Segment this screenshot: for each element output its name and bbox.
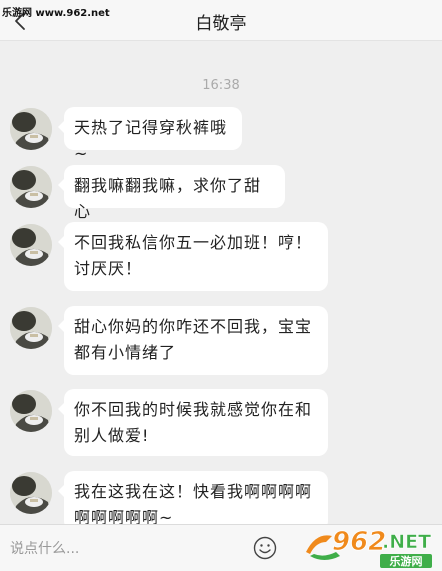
message-bubble[interactable]: 你不回我的时候我就感觉你在和别人做爱!: [58, 389, 328, 456]
message-text: 不回我私信你五一必加班！哼！讨厌厌！: [74, 233, 313, 278]
sender-avatar[interactable]: [10, 224, 52, 266]
message-input[interactable]: [8, 533, 238, 565]
message-bubble[interactable]: 我在这我在这！快看我啊啊啊啊啊啊啊啊啊~: [58, 471, 328, 531]
avatar-photo-icon: [10, 224, 52, 266]
message-text: 你不回我的时候我就感觉你在和别人做爱!: [74, 400, 313, 445]
sender-avatar[interactable]: [10, 472, 52, 514]
message-text: 我在这我在这！快看我啊啊啊啊啊啊啊啊啊~: [74, 482, 313, 527]
message-input-bar: [0, 524, 442, 571]
avatar-photo-icon: [10, 166, 52, 208]
message-text: 天热了记得穿秋裤哦~: [74, 118, 228, 163]
avatar-photo-icon: [10, 108, 52, 150]
message-text: 翻我嘛翻我嘛，求你了甜心: [74, 176, 262, 221]
message-bubble[interactable]: 不回我私信你五一必加班！哼！讨厌厌！: [58, 222, 328, 291]
message-bubble[interactable]: 翻我嘛翻我嘛，求你了甜心: [58, 165, 285, 221]
message-timestamp: 16:38: [202, 78, 240, 93]
smiley-icon: [253, 536, 277, 560]
sender-avatar[interactable]: [10, 166, 52, 208]
avatar-photo-icon: [10, 390, 52, 432]
sender-avatar[interactable]: [10, 390, 52, 432]
message-text: 甜心你妈的你咋还不回我，宝宝都有小情绪了: [74, 317, 313, 362]
sender-avatar[interactable]: [10, 108, 52, 150]
emoji-button[interactable]: [253, 536, 277, 560]
message-bubble[interactable]: 天热了记得穿秋裤哦~: [58, 107, 242, 163]
site-watermark: 乐游网 www.962.net: [2, 8, 110, 19]
avatar-photo-icon: [10, 472, 52, 514]
avatar-photo-icon: [10, 307, 52, 349]
message-bubble[interactable]: 甜心你妈的你咋还不回我，宝宝都有小情绪了: [58, 306, 328, 375]
sender-avatar[interactable]: [10, 307, 52, 349]
